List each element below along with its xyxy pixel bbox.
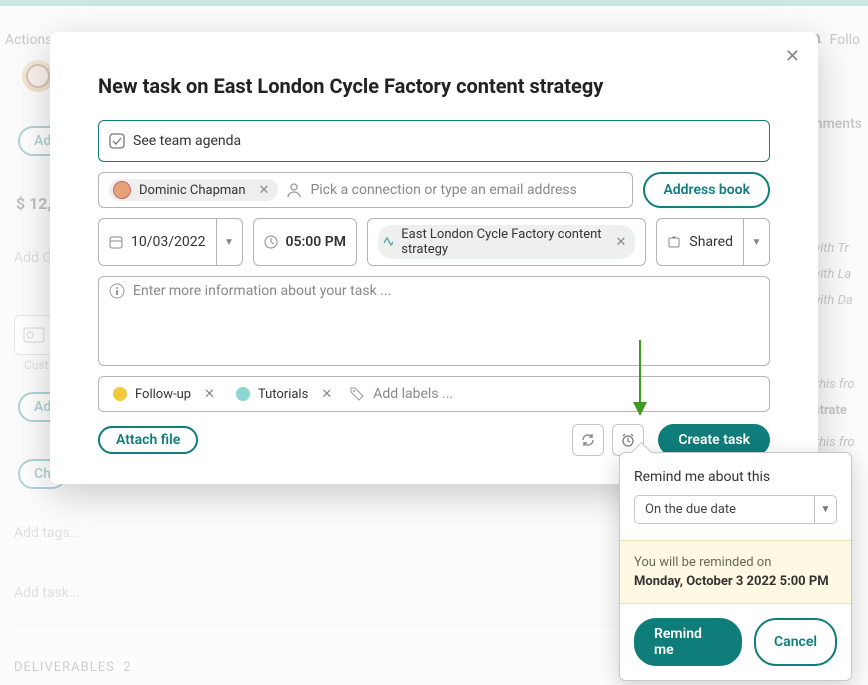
task-name-value: See team agenda <box>133 133 241 149</box>
repeat-icon <box>580 432 596 448</box>
notes-placeholder: Enter more information about your task .… <box>133 283 759 299</box>
labels-placeholder: Add labels ... <box>373 386 759 402</box>
checkbox-icon <box>109 133 125 149</box>
visibility-value: Shared <box>689 234 733 250</box>
project-field[interactable]: East London Cycle Factory content strate… <box>367 218 646 266</box>
reminder-popover: Remind me about this On the due date ▼ Y… <box>619 452 852 681</box>
connection-placeholder: Pick a connection or type an email addre… <box>310 182 622 198</box>
shared-icon <box>667 235 681 249</box>
dot-icon <box>113 387 127 401</box>
label-followup: Follow-up ✕ <box>109 385 224 404</box>
reminder-option-value: On the due date <box>635 496 814 523</box>
reminder-notice-datetime: Monday, October 3 2022 5:00 PM <box>634 574 837 589</box>
chevron-down-icon[interactable]: ▼ <box>814 496 836 523</box>
reminder-notice-label: You will be reminded on <box>634 555 837 570</box>
remove-chip-icon[interactable]: ✕ <box>254 183 275 198</box>
attach-file-button[interactable]: Attach file <box>98 426 198 454</box>
person-icon <box>286 182 302 198</box>
notes-textarea[interactable]: Enter more information about your task .… <box>98 276 770 366</box>
close-icon[interactable]: ✕ <box>785 46 800 67</box>
reminder-notice: You will be reminded on Monday, October … <box>620 540 851 604</box>
date-dropdown-icon[interactable]: ▼ <box>217 218 243 266</box>
project-icon <box>382 235 393 249</box>
clock-icon <box>264 235 278 249</box>
modal-title: New task on East London Cycle Factory co… <box>98 74 770 98</box>
time-field[interactable]: 05:00 PM <box>253 218 358 266</box>
time-value: 05:00 PM <box>286 234 347 250</box>
visibility-field[interactable]: Shared ▼ <box>656 218 770 266</box>
address-book-button[interactable]: Address book <box>643 172 770 208</box>
connection-chip: Dominic Chapman ✕ <box>109 179 278 201</box>
remind-me-button[interactable]: Remind me <box>634 618 742 666</box>
reminder-option-select[interactable]: On the due date ▼ <box>634 495 837 524</box>
alarm-icon <box>620 432 636 448</box>
label-tutorials: Tutorials ✕ <box>232 385 341 404</box>
info-icon <box>109 283 125 299</box>
tag-icon <box>349 386 365 402</box>
avatar-icon <box>113 181 131 199</box>
dot-icon <box>236 387 250 401</box>
date-value: 10/03/2022 <box>131 234 206 250</box>
labels-input[interactable]: Follow-up ✕ Tutorials ✕ Add labels ... <box>98 376 770 412</box>
calendar-icon <box>109 235 123 249</box>
new-task-modal: ✕ New task on East London Cycle Factory … <box>50 32 818 484</box>
project-chip: East London Cycle Factory content strate… <box>378 225 635 259</box>
connection-input[interactable]: Dominic Chapman ✕ Pick a connection or t… <box>98 172 633 208</box>
task-name-input[interactable]: See team agenda <box>98 120 770 162</box>
popover-title: Remind me about this <box>634 469 837 485</box>
remove-project-icon[interactable]: ✕ <box>611 235 632 250</box>
cancel-button[interactable]: Cancel <box>754 618 837 666</box>
date-field[interactable]: 10/03/2022 ▼ <box>98 218 243 266</box>
repeat-button[interactable] <box>572 424 604 456</box>
visibility-dropdown-icon[interactable]: ▼ <box>744 218 770 266</box>
remove-label-icon[interactable]: ✕ <box>199 387 220 402</box>
remove-label-icon[interactable]: ✕ <box>316 387 337 402</box>
